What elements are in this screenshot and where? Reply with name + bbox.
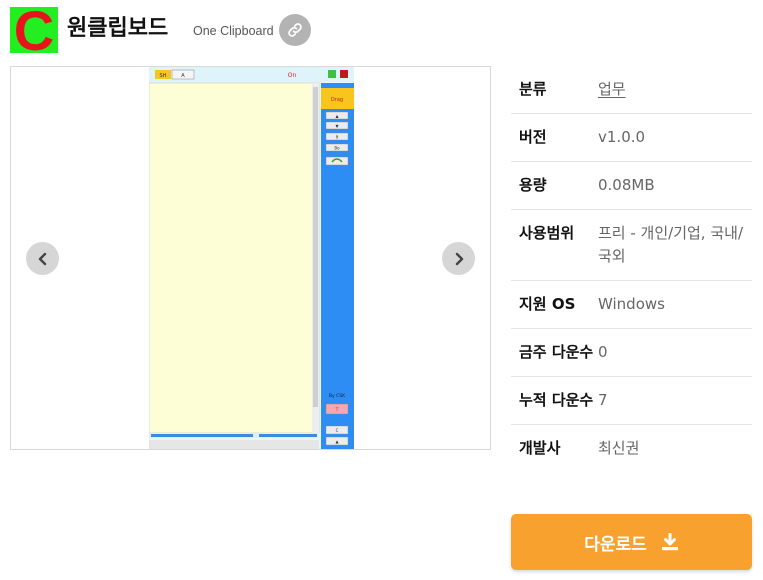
app-logo: C	[10, 1, 58, 61]
info-key: 버전	[519, 128, 547, 146]
info-row-license: 사용범위 프리 - 개인/기업, 국내/국외	[511, 210, 752, 281]
info-key: 사용범위	[519, 224, 575, 242]
screenshot-it-label: It	[336, 135, 339, 140]
download-label: 다운로드	[584, 534, 647, 555]
info-row-os: 지원 OS Windows	[511, 281, 752, 329]
screenshot-status: On	[288, 72, 297, 79]
info-value: 7	[598, 391, 608, 409]
category-link[interactable]: 업무	[598, 78, 752, 101]
screenshot-by-label: By CSK	[329, 393, 346, 399]
info-key: 개발사	[519, 439, 561, 457]
info-row-version: 버전 v1.0.0	[511, 114, 752, 162]
copy-link-button[interactable]	[279, 14, 311, 46]
info-key: 용량	[519, 176, 547, 194]
info-key: 누적 다운수	[519, 391, 594, 409]
chevron-left-icon	[38, 252, 46, 265]
download-button[interactable]: 다운로드	[511, 514, 752, 570]
info-row-category: 분류 업무	[511, 66, 752, 114]
info-value: 0	[598, 343, 608, 361]
info-value: 프리 - 개인/기업, 국내/국외	[598, 224, 743, 265]
download-icon	[661, 533, 679, 551]
chevron-right-icon	[455, 252, 463, 265]
app-screenshot: SH A On Drag ▲ ▼ It Bo By CSK T C ▲	[149, 67, 354, 449]
info-row-total-downloads: 누적 다운수 7	[511, 377, 752, 425]
logo-letter: C	[13, 0, 55, 62]
info-value: v1.0.0	[598, 128, 646, 146]
app-info-table: 분류 업무 버전 v1.0.0 용량 0.08MB 사용범위 프리 - 개인/기…	[511, 66, 752, 472]
carousel-next-button[interactable]	[442, 242, 475, 275]
info-key: 지원 OS	[519, 295, 576, 313]
info-row-size: 용량 0.08MB	[511, 162, 752, 210]
link-icon	[288, 23, 302, 37]
screenshot-a-label: A	[181, 73, 185, 79]
screenshot-drag-label: Drag	[331, 97, 343, 103]
info-row-weekly-downloads: 금주 다운수 0	[511, 329, 752, 377]
info-key: 분류	[519, 80, 547, 98]
screenshot-close-icon	[340, 70, 348, 78]
screenshot-minimize-icon	[328, 70, 336, 78]
screenshot-bo-label: Bo	[334, 146, 340, 151]
screenshot-carousel: SH A On Drag ▲ ▼ It Bo By CSK T C ▲	[10, 66, 491, 450]
info-value: 0.08MB	[598, 176, 655, 194]
carousel-prev-button[interactable]	[26, 242, 59, 275]
app-subtitle: One Clipboard	[193, 24, 274, 38]
info-value: 최신권	[598, 439, 640, 457]
info-value: Windows	[598, 295, 665, 313]
screenshot-t-label: T	[335, 407, 339, 413]
info-row-developer: 개발사 최신권	[511, 425, 752, 472]
screenshot-sh-label: SH	[160, 73, 167, 79]
screenshot-c-label: C	[336, 428, 339, 433]
app-title: 원클립보드	[67, 16, 169, 41]
info-key: 금주 다운수	[519, 343, 594, 361]
